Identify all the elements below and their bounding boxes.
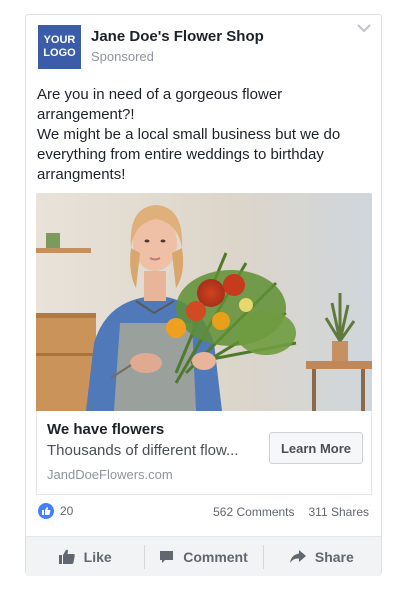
comment-icon	[160, 550, 174, 563]
like-label: Like	[83, 548, 112, 565]
post-text-line: Are you in need of a gorgeous flower	[37, 86, 283, 103]
chevron-down-icon[interactable]	[357, 23, 371, 33]
post-text: Are you in need of a gorgeous flower arr…	[37, 85, 372, 185]
share-label: Share	[314, 548, 354, 565]
link-description: Thousands of different flow...	[47, 442, 239, 459]
like-reaction-icon	[38, 503, 54, 519]
post-text-line: arrangments!	[37, 166, 126, 183]
ad-photo-florist[interactable]	[36, 193, 372, 411]
link-title[interactable]: We have flowers	[47, 421, 164, 438]
post-text-line: arrangement?!	[37, 106, 135, 123]
logo-line-2: LOGO	[43, 47, 76, 59]
reaction-count: 20	[60, 504, 74, 518]
like-button[interactable]: Like	[26, 537, 144, 576]
action-bar: Like Comment Share	[26, 536, 381, 576]
reactions-summary[interactable]: 20	[38, 503, 73, 519]
comments-count[interactable]: 562 Comments	[213, 505, 294, 519]
shares-count[interactable]: 311 Shares	[309, 505, 370, 519]
comment-button[interactable]: Comment	[144, 537, 262, 576]
page-logo[interactable]: YOUR LOGO	[38, 25, 81, 69]
share-icon	[289, 550, 306, 563]
learn-more-button[interactable]: Learn More	[269, 432, 363, 464]
post-text-line: We might be a local small business but w…	[37, 126, 341, 143]
link-url: JandDoeFlowers.com	[47, 467, 173, 482]
link-preview[interactable]: We have flowers Thousands of different f…	[36, 411, 372, 495]
share-button[interactable]: Share	[262, 537, 381, 576]
post-text-line: everything from entire weddings to birth…	[37, 146, 324, 163]
comment-label: Comment	[183, 548, 248, 565]
logo-line-1: YOUR	[43, 34, 76, 46]
page-name-link[interactable]: Jane Doe's Flower Shop	[91, 28, 264, 45]
sponsored-label[interactable]: Sponsored	[91, 49, 154, 64]
sponsored-post-card: YOUR LOGO Jane Doe's Flower Shop Sponsor…	[25, 14, 382, 576]
thumbs-up-icon	[58, 549, 75, 564]
engagement-counts: 562 Comments 311 Shares	[213, 505, 369, 519]
